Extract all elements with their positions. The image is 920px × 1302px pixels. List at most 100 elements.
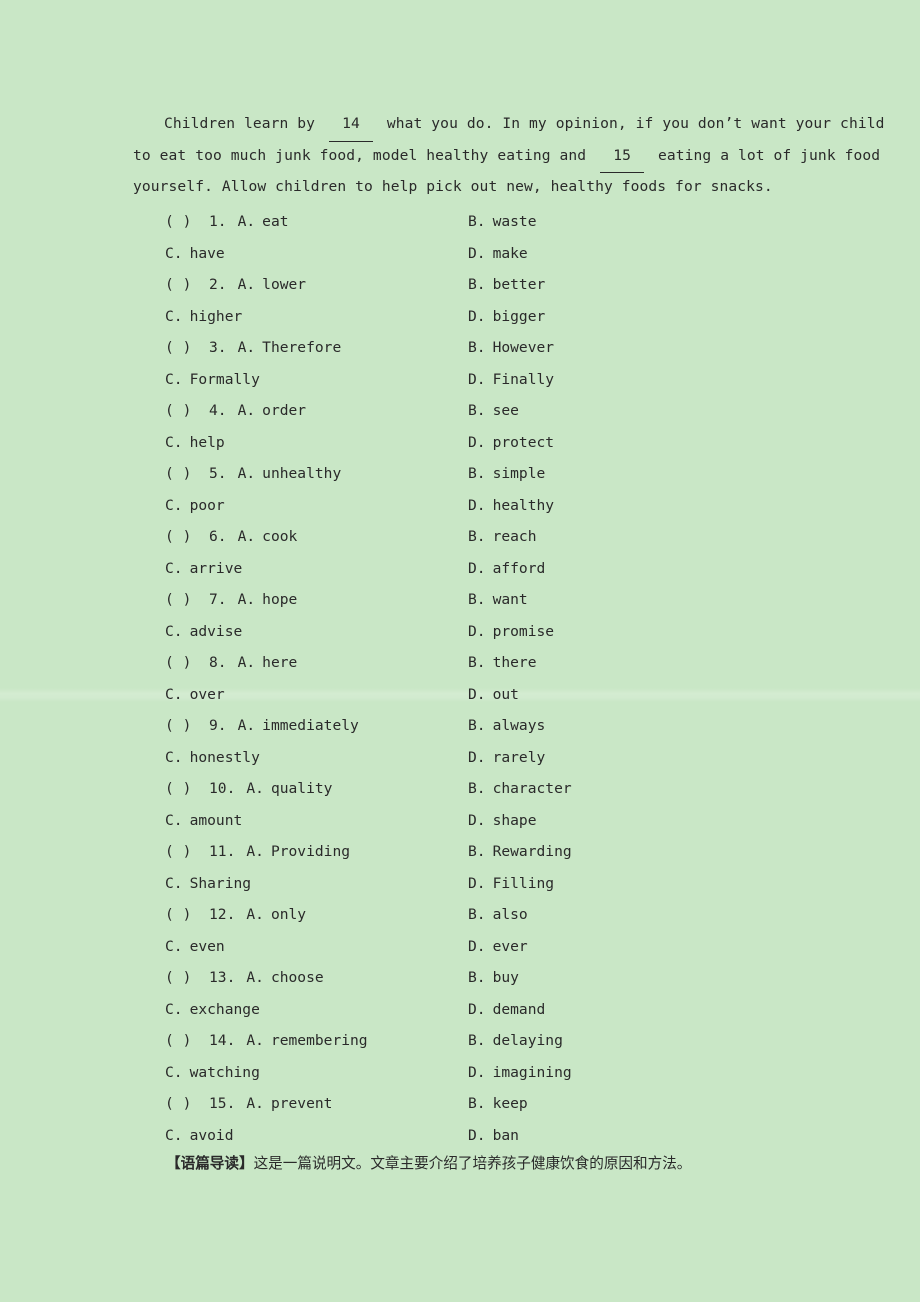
answer-box-15[interactable]: ( ) [165, 1088, 209, 1120]
option-text-6c[interactable]: arrive [190, 553, 243, 585]
cloze-blank-15[interactable]: 15 [600, 140, 645, 173]
option-text-12c[interactable]: even [190, 931, 225, 963]
question-10-option-d[interactable]: D. shape [468, 805, 537, 837]
option-text-2c[interactable]: higher [190, 301, 243, 333]
question-5-option-b[interactable]: B. simple [468, 458, 545, 490]
question-15-option-d[interactable]: D. ban [468, 1120, 519, 1152]
question-13-option-c[interactable]: C. exchange [165, 994, 260, 1026]
question-7-option-a[interactable]: ( ) 7. A. hope [165, 584, 297, 616]
option-text-13c[interactable]: exchange [190, 994, 260, 1026]
question-9-option-c[interactable]: C. honestly [165, 742, 260, 774]
question-7-option-b[interactable]: B. want [468, 584, 528, 616]
question-11-option-d[interactable]: D. Filling [468, 868, 554, 900]
option-text-5a[interactable]: unhealthy [262, 458, 341, 490]
question-8-option-d[interactable]: D. out [468, 679, 519, 711]
answer-box-8[interactable]: ( ) [165, 647, 209, 679]
question-9-option-d[interactable]: D. rarely [468, 742, 545, 774]
option-text-2d[interactable]: bigger [493, 301, 546, 333]
answer-box-7[interactable]: ( ) [165, 584, 209, 616]
option-text-1b[interactable]: waste [493, 206, 537, 238]
question-11-option-c[interactable]: C. Sharing [165, 868, 251, 900]
option-text-3b[interactable]: However [493, 332, 555, 364]
question-5-option-d[interactable]: D. healthy [468, 490, 554, 522]
option-text-1d[interactable]: make [493, 238, 528, 270]
option-text-4d[interactable]: protect [493, 427, 555, 459]
option-text-14a[interactable]: remembering [271, 1025, 368, 1057]
option-text-5b[interactable]: simple [493, 458, 546, 490]
option-text-8c[interactable]: over [190, 679, 225, 711]
answer-box-4[interactable]: ( ) [165, 395, 209, 427]
question-2-option-a[interactable]: ( ) 2. A. lower [165, 269, 306, 301]
question-3-option-c[interactable]: C. Formally [165, 364, 260, 396]
option-text-3c[interactable]: Formally [190, 364, 260, 396]
option-text-12d[interactable]: ever [493, 931, 528, 963]
option-text-11b[interactable]: Rewarding [493, 836, 572, 868]
question-1-option-d[interactable]: D. make [468, 238, 528, 270]
question-14-option-d[interactable]: D. imagining [468, 1057, 572, 1089]
question-11-option-a[interactable]: ( ) 11. A. Providing [165, 836, 350, 868]
question-4-option-c[interactable]: C. help [165, 427, 225, 459]
answer-box-1[interactable]: ( ) [165, 206, 209, 238]
question-8-option-a[interactable]: ( ) 8. A. here [165, 647, 297, 679]
question-6-option-a[interactable]: ( ) 6. A. cook [165, 521, 297, 553]
option-text-9c[interactable]: honestly [190, 742, 260, 774]
question-14-option-b[interactable]: B. delaying [468, 1025, 563, 1057]
question-6-option-b[interactable]: B. reach [468, 521, 537, 553]
question-1-option-b[interactable]: B. waste [468, 206, 537, 238]
question-13-option-a[interactable]: ( ) 13. A. choose [165, 962, 324, 994]
question-11-option-b[interactable]: B. Rewarding [468, 836, 572, 868]
question-12-option-d[interactable]: D. ever [468, 931, 528, 963]
answer-box-11[interactable]: ( ) [165, 836, 209, 868]
option-text-13d[interactable]: demand [493, 994, 546, 1026]
question-7-option-d[interactable]: D. promise [468, 616, 554, 648]
question-12-option-a[interactable]: ( ) 12. A. only [165, 899, 306, 931]
option-text-9a[interactable]: immediately [262, 710, 359, 742]
answer-box-3[interactable]: ( ) [165, 332, 209, 364]
question-10-option-c[interactable]: C. amount [165, 805, 242, 837]
option-text-10c[interactable]: amount [190, 805, 243, 837]
question-5-option-c[interactable]: C. poor [165, 490, 225, 522]
option-text-13b[interactable]: buy [493, 962, 519, 994]
option-text-4a[interactable]: order [262, 395, 306, 427]
option-text-12b[interactable]: also [493, 899, 528, 931]
question-1-option-a[interactable]: ( ) 1. A. eat [165, 206, 289, 238]
option-text-14d[interactable]: imagining [493, 1057, 572, 1089]
option-text-11c[interactable]: Sharing [190, 868, 252, 900]
answer-box-12[interactable]: ( ) [165, 899, 209, 931]
option-text-7d[interactable]: promise [493, 616, 555, 648]
question-4-option-a[interactable]: ( ) 4. A. order [165, 395, 306, 427]
question-15-option-b[interactable]: B. keep [468, 1088, 528, 1120]
option-text-2a[interactable]: lower [262, 269, 306, 301]
question-15-option-a[interactable]: ( ) 15. A. prevent [165, 1088, 332, 1120]
option-text-6d[interactable]: afford [493, 553, 546, 585]
answer-box-10[interactable]: ( ) [165, 773, 209, 805]
option-text-3a[interactable]: Therefore [262, 332, 341, 364]
question-15-option-c[interactable]: C. avoid [165, 1120, 234, 1152]
question-8-option-c[interactable]: C. over [165, 679, 225, 711]
option-text-10d[interactable]: shape [493, 805, 537, 837]
option-text-5c[interactable]: poor [190, 490, 225, 522]
option-text-8a[interactable]: here [262, 647, 297, 679]
cloze-blank-14[interactable]: 14 [328, 108, 373, 142]
question-14-option-c[interactable]: C. watching [165, 1057, 260, 1089]
option-text-1c[interactable]: have [190, 238, 225, 270]
question-10-option-b[interactable]: B. character [468, 773, 572, 805]
option-text-14c[interactable]: watching [190, 1057, 260, 1089]
option-text-11a[interactable]: Providing [271, 836, 350, 868]
answer-box-14[interactable]: ( ) [165, 1025, 209, 1057]
question-1-option-c[interactable]: C. have [165, 238, 225, 270]
question-3-option-b[interactable]: B. However [468, 332, 554, 364]
option-text-10a[interactable]: quality [271, 773, 333, 805]
question-12-option-b[interactable]: B. also [468, 899, 528, 931]
question-5-option-a[interactable]: ( ) 5. A. unhealthy [165, 458, 341, 490]
option-text-14b[interactable]: delaying [493, 1025, 563, 1057]
answer-box-6[interactable]: ( ) [165, 521, 209, 553]
option-text-6b[interactable]: reach [493, 521, 537, 553]
option-text-2b[interactable]: better [493, 269, 546, 301]
option-text-9d[interactable]: rarely [493, 742, 546, 774]
option-text-15a[interactable]: prevent [271, 1088, 333, 1120]
option-text-10b[interactable]: character [493, 773, 572, 805]
option-text-15d[interactable]: ban [493, 1120, 519, 1152]
option-text-11d[interactable]: Filling [493, 868, 555, 900]
question-8-option-b[interactable]: B. there [468, 647, 537, 679]
